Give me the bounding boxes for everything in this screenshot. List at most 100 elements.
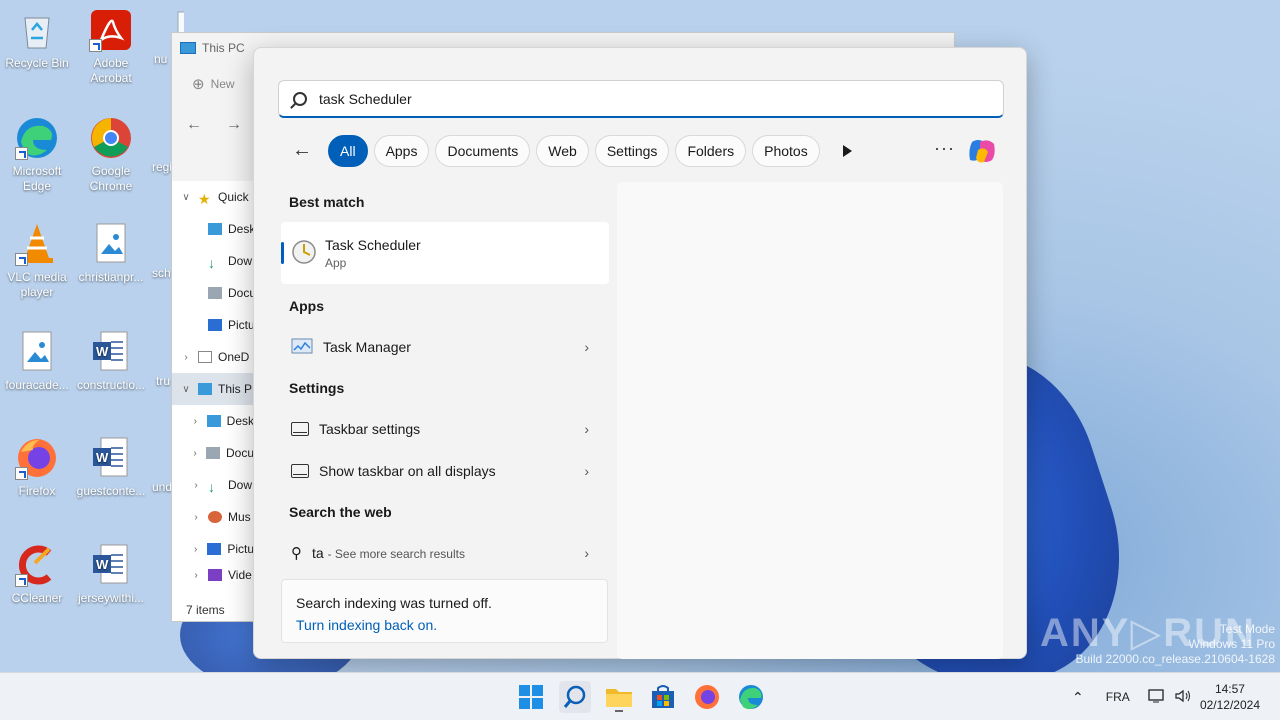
vlc-icon bbox=[15, 222, 59, 266]
filter-apps[interactable]: Apps bbox=[373, 135, 430, 167]
search-icon bbox=[293, 91, 307, 106]
tree-item-documents[interactable]: › Docu bbox=[172, 437, 254, 469]
recycle-bin-icon bbox=[15, 8, 59, 52]
taskbar-search-button[interactable] bbox=[559, 681, 591, 713]
search-box[interactable] bbox=[278, 80, 1004, 118]
word-file-icon: W bbox=[89, 330, 133, 374]
clock[interactable]: 14:57 02/12/2024 bbox=[1200, 681, 1260, 713]
filter-documents[interactable]: Documents bbox=[435, 135, 531, 167]
tree-item-music[interactable]: › Mus bbox=[172, 501, 254, 533]
desktop-icon-label: Adobe Acrobat bbox=[90, 56, 132, 85]
desktop-icon-label: Google Chrome bbox=[89, 164, 133, 193]
taskbar-settings-icon bbox=[291, 422, 309, 436]
edition-text: Windows 11 Pro bbox=[1188, 637, 1275, 651]
edge-taskbar-icon[interactable] bbox=[735, 681, 767, 713]
result-web-search[interactable]: ⚲ ta - See more search results › bbox=[281, 532, 609, 574]
filter-settings[interactable]: Settings bbox=[594, 135, 670, 167]
desktop-icon-image-file[interactable]: fouracade... bbox=[0, 330, 74, 393]
firefox-icon bbox=[15, 436, 59, 480]
selection-accent bbox=[281, 242, 284, 264]
desktop-icon-word-file[interactable]: W guestconte... bbox=[74, 436, 148, 499]
apps-section-title: Apps bbox=[289, 298, 324, 314]
chevron-right-icon[interactable]: › bbox=[584, 339, 589, 355]
desktop-icon-edge[interactable]: Microsoft Edge bbox=[0, 116, 74, 194]
firefox-taskbar-icon[interactable] bbox=[691, 681, 723, 713]
pictures-icon bbox=[208, 319, 222, 331]
explorer-status: 7 items bbox=[186, 603, 225, 617]
search-filters: ← All Apps Documents Web Settings Folder… bbox=[288, 135, 858, 167]
desktop-icon-word-file[interactable]: W constructio... bbox=[74, 330, 148, 393]
desktop-icon-chrome[interactable]: Google Chrome bbox=[74, 116, 148, 194]
desktop-icon-word-file[interactable]: W jerseywithi... bbox=[74, 543, 148, 606]
forward-arrow-icon[interactable]: → bbox=[226, 116, 242, 134]
tree-item-downloads[interactable]: ↓ Dow bbox=[172, 245, 254, 277]
filter-all[interactable]: All bbox=[328, 135, 368, 167]
start-button[interactable] bbox=[515, 681, 547, 713]
this-pc-icon bbox=[198, 383, 212, 395]
word-file-icon: W bbox=[89, 543, 133, 587]
desktop-icon-label: fouracade... bbox=[5, 378, 69, 392]
chevron-right-icon[interactable]: › bbox=[584, 463, 589, 479]
file-explorer-taskbar-icon[interactable] bbox=[603, 681, 635, 713]
acrobat-icon bbox=[89, 8, 133, 52]
copilot-icon[interactable] bbox=[966, 136, 998, 166]
network-icon[interactable] bbox=[1148, 688, 1166, 707]
back-arrow-icon[interactable]: ← bbox=[186, 116, 202, 134]
chevron-down-icon: ∨ bbox=[182, 383, 190, 395]
tree-label: Desk bbox=[228, 222, 254, 236]
language-indicator[interactable]: FRA bbox=[1106, 690, 1130, 704]
chevron-right-icon: › bbox=[193, 415, 197, 427]
desktop-icon-vlc[interactable]: VLC media player bbox=[0, 222, 74, 300]
chevron-right-icon[interactable]: › bbox=[584, 421, 589, 437]
tree-item-pictures[interactable]: › Pictu bbox=[172, 533, 254, 565]
chevron-right-icon: › bbox=[184, 351, 188, 363]
new-button[interactable]: New bbox=[211, 77, 235, 91]
desktop-icon-ccleaner[interactable]: CCleaner bbox=[0, 543, 74, 606]
tree-item-pictures[interactable]: Pictu bbox=[172, 309, 254, 341]
tree-item-quick-access[interactable]: ∨ ★ Quick bbox=[172, 181, 254, 213]
search-results: Best match Task Scheduler App Apps Task … bbox=[281, 182, 609, 574]
tree-item-videos[interactable]: › Vide bbox=[172, 565, 254, 585]
tree-item-this-pc[interactable]: ∨ This P bbox=[172, 373, 254, 405]
back-arrow-icon[interactable]: ← bbox=[288, 137, 316, 165]
best-match-item[interactable]: Task Scheduler App bbox=[281, 222, 609, 284]
tree-label: Dow bbox=[228, 254, 253, 268]
result-taskbar-settings[interactable]: Taskbar settings › bbox=[281, 408, 609, 450]
tree-item-onedrive[interactable]: › OneD bbox=[172, 341, 254, 373]
result-label: Taskbar settings bbox=[319, 421, 421, 437]
indexing-text: Search indexing was turned off. bbox=[296, 595, 492, 611]
svg-text:W: W bbox=[96, 557, 109, 572]
explorer-title: This PC bbox=[202, 41, 245, 55]
tree-label: Pictu bbox=[227, 542, 254, 556]
chevron-right-icon[interactable]: › bbox=[584, 545, 589, 561]
tree-item-documents[interactable]: Docu bbox=[172, 277, 254, 309]
tree-item-desktop[interactable]: › Desk bbox=[172, 405, 254, 437]
store-icon[interactable] bbox=[647, 681, 679, 713]
filter-web[interactable]: Web bbox=[536, 135, 589, 167]
web-more-results: - See more search results bbox=[327, 547, 465, 561]
tree-label: Quick bbox=[218, 190, 249, 204]
tree-label: This P bbox=[218, 382, 253, 396]
tree-item-downloads[interactable]: › ↓ Dow bbox=[172, 469, 254, 501]
desktop-icon-adobe-acrobat[interactable]: Adobe Acrobat bbox=[74, 8, 148, 86]
result-show-taskbar-all-displays[interactable]: Show taskbar on all displays › bbox=[281, 450, 609, 492]
filter-photos[interactable]: Photos bbox=[752, 135, 820, 167]
tree-label: Docu bbox=[228, 286, 254, 300]
build-text: Build 22000.co_release.210604-1628 bbox=[1075, 652, 1276, 666]
more-options-icon[interactable]: ··· bbox=[934, 138, 955, 159]
desktop-icon-recycle-bin[interactable]: Recycle Bin bbox=[0, 8, 74, 71]
more-filters-play-icon[interactable] bbox=[836, 140, 858, 162]
volume-icon[interactable] bbox=[1174, 688, 1192, 707]
search-input[interactable] bbox=[319, 90, 959, 107]
search-panel[interactable]: ← All Apps Documents Web Settings Folder… bbox=[253, 47, 1027, 659]
filter-folders[interactable]: Folders bbox=[675, 135, 747, 167]
turn-indexing-on-link[interactable]: Turn indexing back on. bbox=[296, 614, 593, 636]
tree-item-desktop[interactable]: Desk bbox=[172, 213, 254, 245]
desktop-icon-image-file[interactable]: christianpr... bbox=[74, 222, 148, 285]
test-mode-text: Test Mode bbox=[1219, 622, 1275, 636]
desktop-icon-firefox[interactable]: Firefox bbox=[0, 436, 74, 499]
chevron-up-icon[interactable]: ⌃ bbox=[1072, 689, 1084, 706]
explorer-nav-tree: ∨ ★ Quick Desk ↓ Dow Docu Pictu › OneD ∨ This… bbox=[172, 181, 254, 621]
clock-date: 02/12/2024 bbox=[1199, 698, 1260, 712]
result-task-manager[interactable]: Task Manager › bbox=[281, 326, 609, 368]
